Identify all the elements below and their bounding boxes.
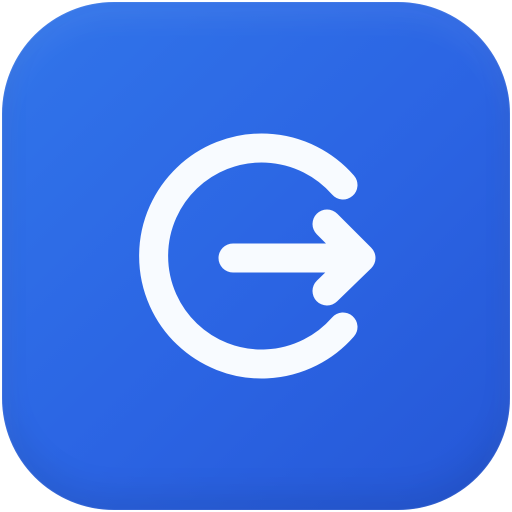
app-icon-tile[interactable]	[2, 2, 510, 510]
canvas	[0, 0, 512, 512]
logout-icon	[139, 133, 376, 379]
